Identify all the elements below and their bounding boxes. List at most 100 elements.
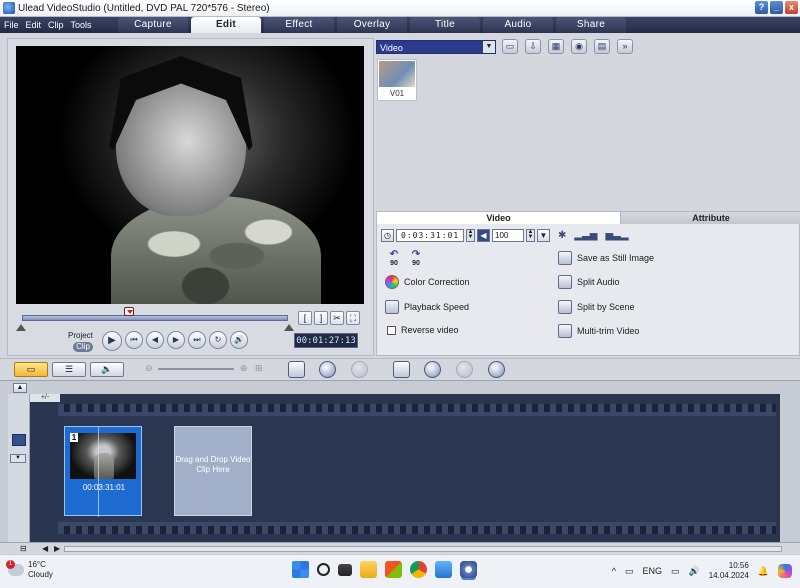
minimize-button[interactable]: _ xyxy=(770,1,783,14)
rotate-right-button[interactable]: ↷ 90 xyxy=(407,250,425,268)
tab-capture[interactable]: Capture xyxy=(118,17,188,33)
smart-proxy-icon[interactable] xyxy=(393,361,410,378)
library-manager-icon[interactable]: ▦ xyxy=(548,39,564,54)
volume-dropdown-icon[interactable]: ▼ xyxy=(537,229,550,242)
color-correction-button[interactable]: Color Correction xyxy=(385,275,470,289)
clock[interactable]: 10:56 14.04.2024 xyxy=(709,561,749,581)
repeat-button[interactable]: ↻ xyxy=(209,331,227,349)
reverse-video-checkbox[interactable]: Reverse video xyxy=(387,325,459,335)
expand-icon[interactable]: » xyxy=(617,39,633,54)
library-thumbnail[interactable]: V01 xyxy=(377,59,417,101)
tab-effect[interactable]: Effect xyxy=(264,17,334,33)
language-indicator[interactable]: ENG xyxy=(642,566,662,576)
duration-field[interactable]: 0:03:31:01 xyxy=(396,229,464,242)
storyboard-view-button[interactable]: ▭ xyxy=(14,362,48,377)
multi-trim-button[interactable]: Multi-trim Video xyxy=(558,324,639,338)
mute-icon[interactable]: ✱ xyxy=(558,230,566,241)
end-button[interactable]: ⏭ xyxy=(188,331,206,349)
ruler-zoom-tab[interactable]: +/- xyxy=(30,394,60,402)
task-view-icon[interactable] xyxy=(338,564,352,576)
chrome-icon[interactable] xyxy=(410,561,427,578)
chevron-down-icon[interactable]: ▼ xyxy=(483,41,495,53)
file-explorer-icon[interactable] xyxy=(360,561,377,578)
import-icon[interactable]: ⇩ xyxy=(525,39,541,54)
drop-zone[interactable]: Drag and Drop Video Clip Here xyxy=(174,426,252,516)
network-icon[interactable]: ▭ xyxy=(671,566,680,577)
enlarge-preview-button[interactable]: ⛶ xyxy=(346,311,360,325)
preview-window[interactable] xyxy=(16,46,364,304)
fit-project-icon[interactable]: ⊞ xyxy=(255,363,263,374)
zoom-in-icon[interactable]: ⊕ xyxy=(240,363,248,374)
scrub-handle[interactable] xyxy=(124,307,134,316)
fade-in-icon[interactable]: ▂▃▅ xyxy=(574,230,597,241)
tab-audio[interactable]: Audio xyxy=(483,17,553,33)
open-folder-icon[interactable]: ▭ xyxy=(502,39,518,54)
system-volume-button[interactable]: 🔊 xyxy=(230,331,248,349)
scroll-right-icon[interactable]: ▶ xyxy=(54,544,60,553)
start-icon[interactable] xyxy=(292,561,309,578)
tab-video[interactable]: Video xyxy=(377,212,621,224)
home-button[interactable]: ⏮ xyxy=(125,331,143,349)
mark-in-button[interactable]: [ xyxy=(298,311,312,325)
track-dropdown-icon[interactable]: ▼ xyxy=(10,454,26,463)
playback-speed-button[interactable]: Playback Speed xyxy=(385,300,469,314)
menu-clip[interactable]: Clip xyxy=(48,20,64,30)
save-still-button[interactable]: Save as Still Image xyxy=(558,251,654,265)
collapse-timeline-button[interactable]: ▲ xyxy=(13,383,27,393)
tray-app-icon[interactable]: ▭ xyxy=(625,566,634,577)
store-icon[interactable] xyxy=(385,561,402,578)
undo-icon[interactable] xyxy=(319,361,336,378)
audio-view-button[interactable]: 🔈 xyxy=(90,362,124,377)
rotate-left-button[interactable]: ↶ 90 xyxy=(385,250,403,268)
zoom-slider[interactable] xyxy=(158,368,234,370)
play-button[interactable]: ▶ xyxy=(102,331,122,351)
fit-window-icon[interactable]: ⊟ xyxy=(20,544,27,553)
reverse-video-check[interactable] xyxy=(387,325,396,335)
timecode-display[interactable]: 00:01:27:13 xyxy=(294,333,358,348)
scroll-left-icon[interactable]: ◀ xyxy=(42,544,48,553)
capture-icon[interactable]: ◉ xyxy=(571,39,587,54)
video-clip[interactable]: 1 00:03:31:01 xyxy=(64,426,142,517)
weather-widget[interactable]: 1 16°C Cloudy xyxy=(6,560,53,580)
sort-icon[interactable]: ▤ xyxy=(594,39,610,54)
tab-edit[interactable]: Edit xyxy=(191,17,261,33)
previous-frame-button[interactable]: ◀ xyxy=(146,331,164,349)
trim-end-marker[interactable] xyxy=(284,324,294,331)
speaker-icon[interactable]: ◀ xyxy=(477,229,490,242)
notifications-icon[interactable]: 🔔 xyxy=(758,566,769,577)
video-track-icon[interactable] xyxy=(12,434,26,446)
redo-icon[interactable] xyxy=(351,361,368,378)
volume-field[interactable]: 100 xyxy=(492,229,524,242)
menu-edit[interactable]: Edit xyxy=(26,20,42,30)
trim-start-marker[interactable] xyxy=(16,324,26,331)
clip-mode-label[interactable]: Clip xyxy=(73,342,93,352)
volume-icon[interactable]: 🔊 xyxy=(689,566,700,577)
mix-audio-icon[interactable] xyxy=(456,361,473,378)
timeline-scrollbar[interactable] xyxy=(64,546,782,552)
tab-share[interactable]: Share xyxy=(556,17,626,33)
project-mode-label[interactable]: Project xyxy=(68,331,93,341)
volume-spinner[interactable]: ▲ ▼ xyxy=(526,229,535,242)
tab-attribute[interactable]: Attribute xyxy=(621,212,800,224)
project-clip-toggle[interactable]: Project Clip xyxy=(68,331,93,352)
tab-title[interactable]: Title xyxy=(410,17,480,33)
tab-overlay[interactable]: Overlay xyxy=(337,17,407,33)
zoom-out-icon[interactable]: ⊖ xyxy=(145,363,153,374)
mark-out-button[interactable]: ] xyxy=(314,311,328,325)
track-manager-icon[interactable] xyxy=(488,361,505,378)
batch-convert-icon[interactable] xyxy=(424,361,441,378)
cut-clip-button[interactable]: ✂ xyxy=(330,311,344,325)
help-button[interactable]: ? xyxy=(755,1,768,14)
copilot-icon[interactable] xyxy=(778,564,792,578)
duration-spinner[interactable]: ▲ ▼ xyxy=(466,229,475,242)
timeline-view-button[interactable]: ☰ xyxy=(52,362,86,377)
fade-out-icon[interactable]: ▅▃▂ xyxy=(605,230,628,241)
videostudio-taskbar-icon[interactable] xyxy=(460,561,477,578)
library-category-dropdown[interactable]: Video ▼ xyxy=(376,40,496,54)
menu-file[interactable]: File xyxy=(4,20,19,30)
show-hidden-icons-icon[interactable]: ^ xyxy=(612,566,616,576)
menu-tools[interactable]: Tools xyxy=(71,20,92,30)
remote-desktop-icon[interactable] xyxy=(435,561,452,578)
split-audio-button[interactable]: Split Audio xyxy=(558,275,620,289)
search-icon[interactable] xyxy=(317,563,330,576)
